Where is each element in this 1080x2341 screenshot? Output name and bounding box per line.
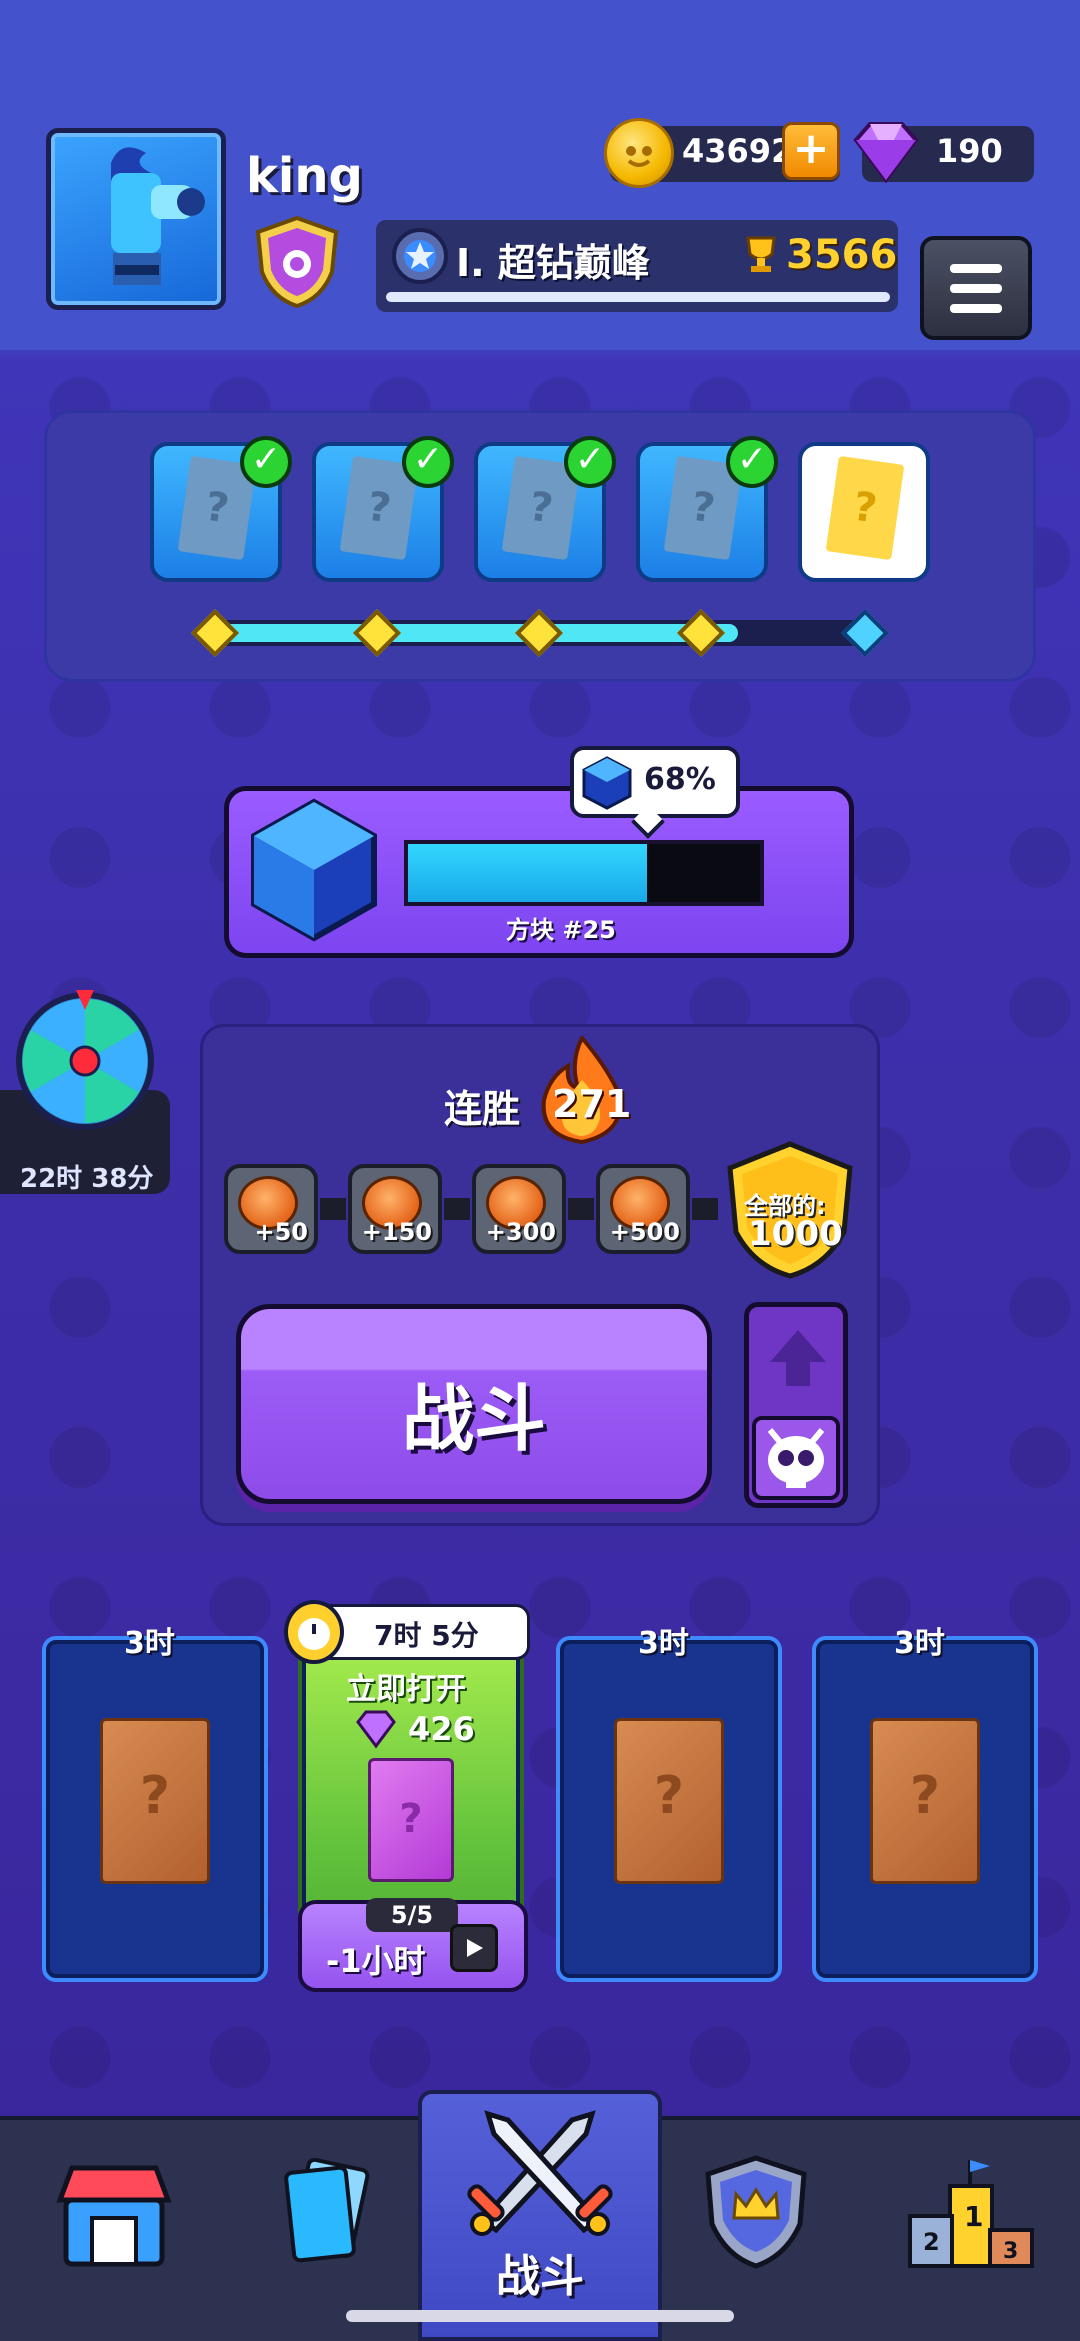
battle-button-label: 战斗 [401,1377,546,1461]
crown-shield-icon[interactable] [700,2154,812,2272]
chest-pack-icon: ? [100,1718,210,1884]
trophy-icon [740,234,782,274]
win-streak-count: 271 [552,1082,632,1126]
rank-emblem-icon [390,226,450,286]
gem-icon [846,118,926,188]
chest-slot-1[interactable]: ? [42,1636,268,1982]
block-progress-fill [408,844,648,902]
pass-card-5[interactable]: ? [798,442,930,582]
crossed-swords-icon [452,2100,628,2240]
shop-icon[interactable] [56,2160,172,2270]
block-progress-bar [404,840,764,906]
rank-progress-bar [386,292,890,302]
cards-icon[interactable] [270,2154,386,2272]
home-indicator[interactable] [346,2310,734,2322]
chest-pack-icon: ? [368,1758,454,1882]
check-icon: ✓ [402,436,454,488]
gem-count: 190 [936,132,1003,170]
chest-slot-time: 3时 [894,1626,945,1661]
svg-text:3: 3 [1003,2239,1018,2264]
player-avatar[interactable] [46,128,226,310]
open-now-label[interactable]: 立即打开 [346,1664,466,1708]
block-percent: 68% [644,762,716,797]
streak-reward-slot[interactable]: +500 [596,1164,690,1254]
streak-reward-slot[interactable]: +300 [472,1164,566,1254]
win-streak-label: 连胜 [444,1087,521,1131]
menu-icon [950,264,1002,273]
podium-icon[interactable]: 1 2 3 [906,2156,1036,2272]
speed-up-label: -1小时 [326,1942,426,1980]
chest-slot-4[interactable]: ? [812,1636,1038,1982]
player-name[interactable]: king [246,148,363,204]
chest-slot-time: 3时 [124,1626,175,1661]
chest-pack-icon: ? [614,1718,724,1884]
trophy-count: 3566 [786,232,898,278]
spin-wheel-timer: 22时 38分 [20,1164,154,1194]
coin-icon [604,118,674,188]
arrow-up-icon [770,1330,826,1362]
blue-flame-cannon-avatar-icon [111,147,205,285]
svg-text:1: 1 [964,2200,983,2233]
spin-wheel-icon[interactable] [14,990,156,1132]
svg-text:2: 2 [923,2228,940,2256]
rank-name: I. 超钻巅峰 [456,241,650,285]
streak-reward-slot[interactable]: +150 [348,1164,442,1254]
blue-cube-icon [580,754,634,810]
video-ad-icon [450,1924,498,1972]
check-icon: ✓ [564,436,616,488]
menu-button[interactable] [920,236,1032,340]
add-coins-button[interactable]: + [782,122,840,180]
chest-slot-3[interactable]: ? [556,1636,782,1982]
speed-up-count: 5/5 [366,1898,458,1932]
purple-shield-icon[interactable] [252,214,342,310]
pass-progress-fill [200,624,738,642]
nav-battle-label: 战斗 [496,2251,584,2302]
check-icon: ✓ [240,436,292,488]
streak-reward-slot[interactable]: +50 [224,1164,318,1254]
check-icon: ✓ [726,436,778,488]
chest-slot-time: 3时 [638,1626,689,1661]
gem-icon [352,1708,400,1750]
chest-timer: 7时 5分 [374,1619,479,1652]
open-now-gem-cost: 426 [408,1710,475,1748]
streak-total-value: 1000 [748,1214,843,1254]
blue-cube-icon [244,796,384,944]
skull-mode-icon[interactable] [752,1416,840,1500]
chest-pack-icon: ? [870,1718,980,1884]
stopwatch-icon [284,1600,344,1664]
coin-count: 43692 [682,132,794,170]
block-label: 方块 #25 [506,916,616,944]
